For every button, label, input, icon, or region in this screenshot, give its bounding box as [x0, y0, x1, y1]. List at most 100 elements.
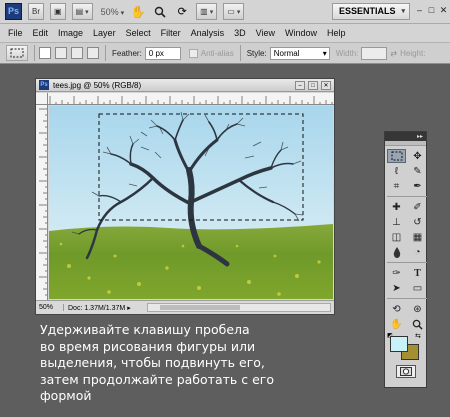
arrange-documents-button[interactable]: ▥ ▾	[196, 3, 218, 20]
rectangular-marquee-icon[interactable]	[387, 149, 406, 163]
view-extras-icon: ▤	[75, 7, 84, 16]
horizontal-scrollbar[interactable]	[147, 303, 331, 312]
screen-mode-button[interactable]: ▭ ▾	[223, 3, 245, 20]
horizontal-ruler[interactable]	[48, 93, 334, 105]
style-label: Style:	[246, 48, 267, 58]
scrollbar-thumb[interactable]	[160, 305, 240, 310]
close-icon[interactable]: ✕	[438, 5, 449, 16]
doc-maximize-icon[interactable]: □	[308, 80, 318, 90]
crop-icon[interactable]: ⌗	[387, 179, 406, 193]
hand-tool-button[interactable]: ✋	[130, 4, 146, 20]
lasso-icon[interactable]: ℓ	[387, 164, 406, 178]
rotate-view-button[interactable]: ⟳	[174, 4, 190, 20]
eyedropper-icon[interactable]: ✒	[408, 179, 427, 193]
document-zoom-field[interactable]: 50%	[36, 304, 64, 311]
subtract-from-selection-mode-icon[interactable]	[71, 47, 83, 59]
zoom-level-select[interactable]: 50% ▾	[101, 7, 125, 17]
caption-line-1: Удерживайте клавишу пробела	[40, 322, 250, 337]
menu-help[interactable]: Help	[322, 28, 351, 38]
shape-icon[interactable]: ▭	[408, 281, 427, 295]
menu-image[interactable]: Image	[53, 28, 88, 38]
tools-panel-header[interactable]: ▸▸	[385, 132, 426, 141]
3d-orbit-icon[interactable]: ⊛	[408, 302, 427, 316]
caption-line-4: затем продолжайте работать с его	[40, 371, 274, 387]
collapse-panel-icon[interactable]: ▸▸	[417, 133, 423, 140]
type-icon[interactable]: T	[408, 266, 427, 280]
dodge-icon[interactable]: ◔	[408, 245, 427, 259]
caption-line-3: выделения, чтобы подвинуть его,	[40, 355, 265, 371]
document-canvas[interactable]	[49, 106, 333, 299]
document-size-text: Doc: 1.37M/1.37M	[68, 304, 126, 312]
antialias-checkbox[interactable]	[188, 48, 198, 58]
ruler-origin[interactable]	[36, 93, 48, 105]
menu-3d[interactable]: 3D	[229, 28, 251, 38]
blur-icon[interactable]	[387, 245, 406, 259]
color-swatches: ◩ ⇆	[385, 332, 426, 362]
zoom-tool-button[interactable]	[152, 4, 168, 20]
workspace-caret-icon: ▾	[401, 8, 405, 15]
doc-minimize-icon[interactable]: –	[295, 80, 305, 90]
width-input[interactable]	[361, 46, 388, 60]
hand-tool-icon[interactable]: ✋	[387, 317, 406, 331]
tree-photo	[49, 106, 333, 299]
minimize-icon[interactable]: –	[414, 5, 425, 16]
maximize-icon[interactable]: □	[426, 5, 437, 16]
options-separator	[239, 45, 241, 61]
move-tool-icon[interactable]: ✥	[408, 149, 427, 163]
document-size-info[interactable]: Doc: 1.37M/1.37M ▸	[64, 304, 144, 312]
spot-healing-icon[interactable]: ✚	[387, 200, 406, 214]
pen-icon[interactable]: ✑	[387, 266, 406, 280]
foreground-color-swatch[interactable]	[390, 336, 408, 352]
gradient-icon[interactable]: ▦	[408, 230, 427, 244]
intersect-selection-mode-icon[interactable]	[87, 47, 99, 59]
brush-icon[interactable]: ✐	[408, 200, 427, 214]
height-label: Height:	[400, 48, 426, 58]
history-brush-icon[interactable]: ↺	[408, 215, 427, 229]
launch-bridge-button[interactable]: Br	[28, 3, 44, 20]
menu-filter[interactable]: Filter	[156, 28, 186, 38]
horizontal-ruler-ticks	[49, 96, 333, 104]
menu-edit[interactable]: Edit	[28, 28, 54, 38]
quick-selection-icon[interactable]: ✎	[408, 164, 427, 178]
vertical-ruler[interactable]	[36, 105, 48, 300]
menu-view[interactable]: View	[251, 28, 280, 38]
quick-mask-button[interactable]	[395, 365, 416, 378]
application-bar: Ps Br ▣ ▤ ▾ 50% ▾ ✋ ⟳ ▥ ▾ ▭ ▾ ESSENTIALS ▾ –…	[0, 0, 450, 24]
bridge-icon: Br	[32, 7, 40, 16]
doc-close-icon[interactable]: ✕	[321, 80, 331, 90]
path-selection-icon[interactable]: ➤	[387, 281, 406, 295]
swap-width-height-icon[interactable]: ⇄	[390, 49, 397, 58]
swap-colors-icon[interactable]: ⇆	[415, 332, 421, 340]
options-separator	[34, 45, 35, 61]
hand-icon: ✋	[130, 4, 146, 19]
launch-mini-bridge-button[interactable]: ▣	[50, 3, 66, 20]
eraser-icon[interactable]: ◫	[387, 230, 406, 244]
tool-preset-picker[interactable]	[6, 45, 28, 61]
menu-file[interactable]: File	[3, 28, 28, 38]
new-selection-mode-icon[interactable]	[39, 47, 51, 59]
ps-document-icon: Ps	[39, 80, 49, 90]
document-tab[interactable]: Ps tees.jpg @ 50% (RGB/8) – □ ✕	[36, 79, 334, 92]
tools-panel: ▸▸ ✥ ℓ ✎ ⌗ ✒ ✚ ✐ ⊥ ↺ ◫ ▦ ◔ ✑ T ➤ ▭ ⟲ ⊛ ✋	[384, 131, 427, 388]
menu-analysis[interactable]: Analysis	[186, 28, 230, 38]
menu-layer[interactable]: Layer	[88, 28, 121, 38]
zoom-tool-icon[interactable]	[408, 317, 427, 331]
3d-rotate-icon[interactable]: ⟲	[387, 302, 406, 316]
tip-caption: Удерживайте клавишу пробела во время рис…	[40, 322, 360, 405]
feather-input[interactable]: 0 px	[144, 46, 181, 60]
view-extras-button[interactable]: ▤ ▾	[71, 3, 93, 20]
menu-select[interactable]: Select	[121, 28, 156, 38]
caption-line-2: во время рисования фигуры или	[40, 338, 256, 354]
status-menu-arrow-icon: ▸	[127, 304, 131, 312]
zoom-icon	[154, 6, 166, 18]
menu-bar: File Edit Image Layer Select Filter Anal…	[0, 24, 450, 42]
rotate-view-icon: ⟳	[177, 6, 187, 18]
tools-separator	[387, 262, 427, 263]
clone-stamp-icon[interactable]: ⊥	[387, 215, 406, 229]
workspace-switcher[interactable]: ESSENTIALS ▾	[332, 3, 410, 20]
style-select[interactable]: Normal	[269, 46, 330, 60]
mini-bridge-icon: ▣	[54, 7, 62, 16]
menu-window[interactable]: Window	[280, 28, 322, 38]
add-to-selection-mode-icon[interactable]	[55, 47, 67, 59]
style-select-value: Normal	[273, 48, 300, 58]
